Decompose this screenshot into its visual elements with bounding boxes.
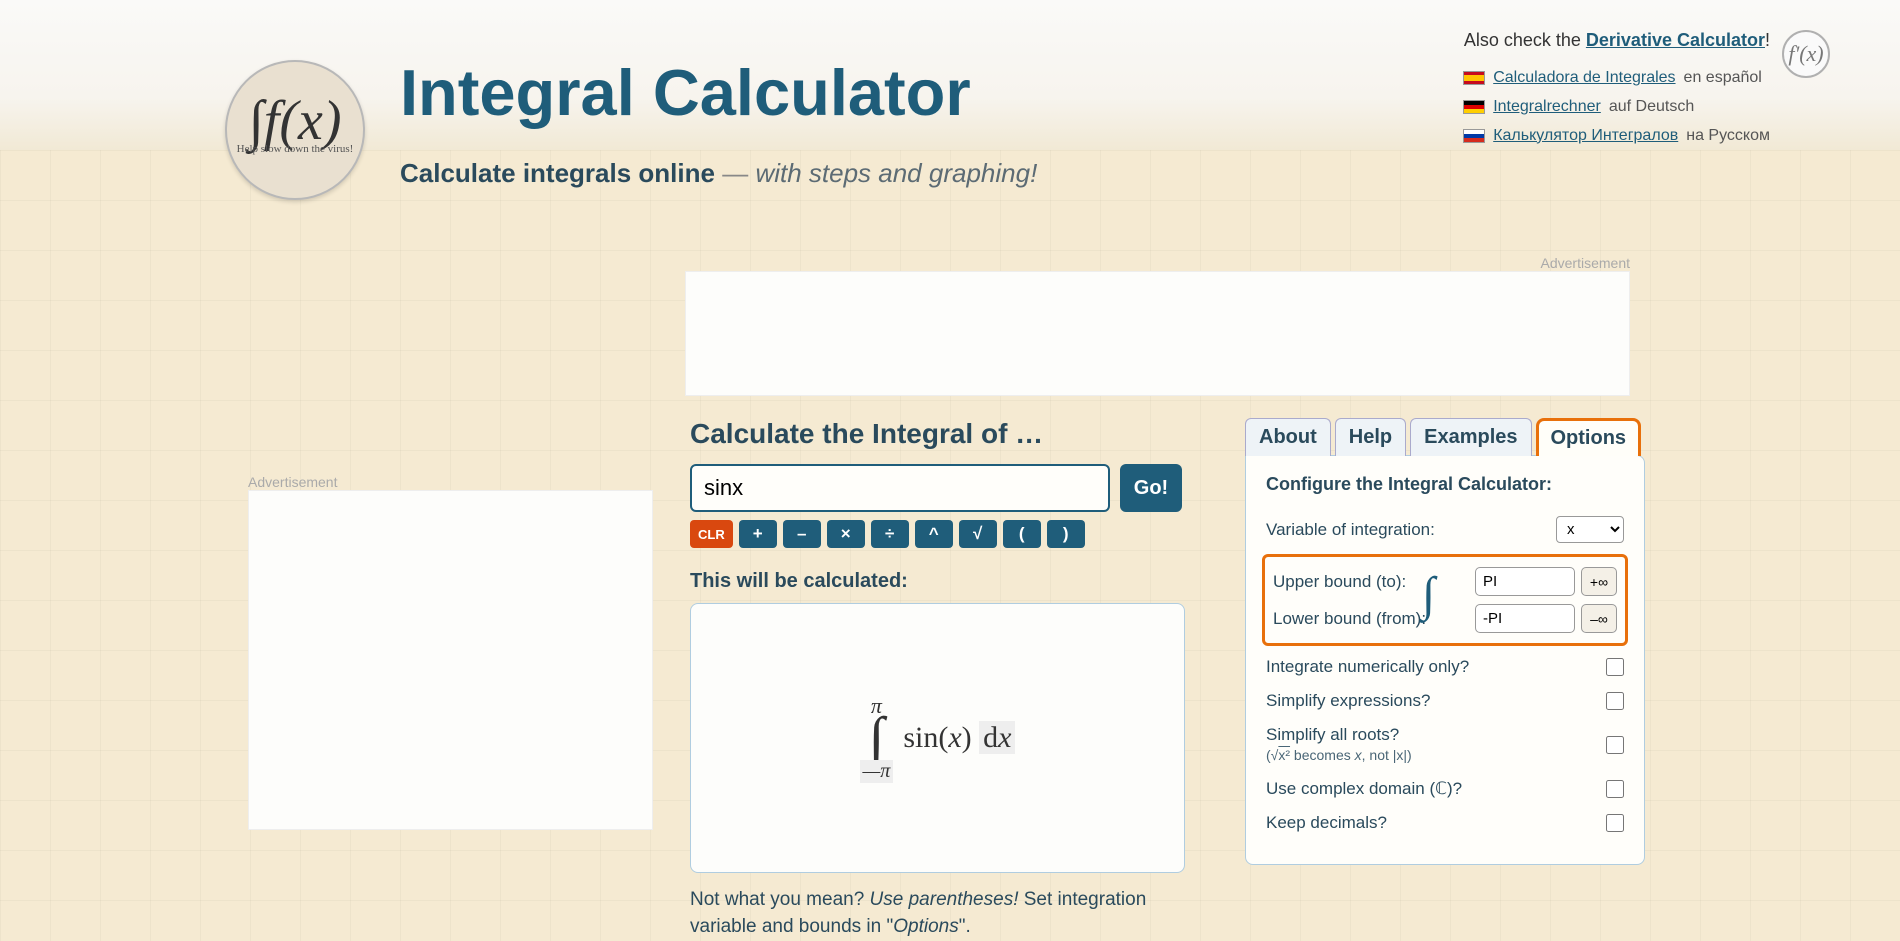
site-logo[interactable]: ∫f(x) Help slow down the virus! xyxy=(225,60,365,200)
subtitle-dash: — xyxy=(715,158,755,188)
preview-heading: This will be calculated: xyxy=(690,570,1185,593)
numeric-only-label: Integrate numerically only? xyxy=(1266,657,1469,677)
hint-text: Not what you mean? Use parentheses! Set … xyxy=(690,887,1185,940)
var-label: Variable of integration: xyxy=(1266,520,1435,540)
tab-about[interactable]: About xyxy=(1245,418,1331,456)
logo-badge-text: Help slow down the virus! xyxy=(237,143,354,155)
key-div-button[interactable]: ÷ xyxy=(871,520,909,548)
go-button[interactable]: Go! xyxy=(1120,464,1182,512)
ad-label-left: Advertisement xyxy=(248,474,653,490)
integral-icon: ∫ xyxy=(860,715,894,761)
derivative-calculator-link[interactable]: Derivative Calculator xyxy=(1586,30,1765,50)
lower-inf-button[interactable]: –∞ xyxy=(1581,604,1617,633)
key-times-button[interactable]: × xyxy=(827,520,865,548)
deriv-badge-icon[interactable]: f'(x) xyxy=(1782,30,1830,78)
tabs: About Help Examples Options xyxy=(1245,418,1645,456)
lower-bound-label: Lower bound (from): xyxy=(1273,609,1433,629)
ad-top-slot xyxy=(685,271,1630,396)
complex-label: Use complex domain (ℂ)? xyxy=(1266,779,1462,799)
decimals-label: Keep decimals? xyxy=(1266,813,1387,833)
preview-pane: π ∫ —π sin(x) dx xyxy=(690,603,1185,873)
calc-heading: Calculate the Integral of … xyxy=(690,418,1185,450)
numeric-only-checkbox[interactable] xyxy=(1606,658,1624,676)
bounds-group: ∫ Upper bound (to): +∞ Lower bound (from… xyxy=(1262,554,1628,646)
key-minus-button[interactable]: – xyxy=(783,520,821,548)
page-title: Integral Calculator xyxy=(400,55,971,130)
expression-input[interactable] xyxy=(690,464,1110,512)
language-links: Calculadora de Integrales en español Int… xyxy=(1463,64,1770,150)
options-heading: Configure the Integral Calculator: xyxy=(1266,474,1624,495)
logo-integral-icon: ∫f(x) xyxy=(237,105,354,139)
upper-bound-input[interactable] xyxy=(1475,567,1575,596)
tab-examples[interactable]: Examples xyxy=(1410,418,1531,456)
key-pow-button[interactable]: ^ xyxy=(915,520,953,548)
ad-label-top: Advertisement xyxy=(685,255,1630,271)
derivative-link-line: Also check the Derivative Calculator! xyxy=(1464,30,1770,51)
lang-de-link[interactable]: Integralrechner xyxy=(1493,93,1601,122)
key-plus-button[interactable]: + xyxy=(739,520,777,548)
complex-checkbox[interactable] xyxy=(1606,780,1624,798)
decimals-checkbox[interactable] xyxy=(1606,814,1624,832)
flag-ru-icon xyxy=(1463,129,1485,143)
subtitle-lead: Calculate integrals online xyxy=(400,158,715,188)
simplify-checkbox[interactable] xyxy=(1606,692,1624,710)
key-clear-button[interactable]: CLR xyxy=(690,520,733,548)
flag-de-icon xyxy=(1463,100,1485,114)
preview-lower-bound: —π xyxy=(860,760,894,783)
keypad: CLR + – × ÷ ^ √ ( ) xyxy=(690,520,1185,548)
lang-es-link[interactable]: Calculadora de Integrales xyxy=(1493,64,1675,93)
key-lparen-button[interactable]: ( xyxy=(1003,520,1041,548)
ad-top: Advertisement xyxy=(685,255,1630,396)
simplify-roots-checkbox[interactable] xyxy=(1606,736,1624,754)
upper-inf-button[interactable]: +∞ xyxy=(1581,567,1617,596)
lang-ru-link[interactable]: Калькулятор Интегралов xyxy=(1493,122,1678,151)
simplify-roots-label: Simplify all roots? xyxy=(1266,725,1399,744)
options-panel: Configure the Integral Calculator: Varia… xyxy=(1245,455,1645,865)
bounds-integral-icon: ∫ xyxy=(1422,567,1435,622)
key-sqrt-button[interactable]: √ xyxy=(959,520,997,548)
ad-left: Advertisement xyxy=(248,474,653,830)
page-subtitle: Calculate integrals online — with steps … xyxy=(400,158,1037,189)
tab-help[interactable]: Help xyxy=(1335,418,1406,456)
flag-es-icon xyxy=(1463,71,1485,85)
upper-bound-label: Upper bound (to): xyxy=(1273,572,1433,592)
tab-options[interactable]: Options xyxy=(1536,418,1642,456)
ad-left-slot xyxy=(248,490,653,830)
simplify-roots-sub: (√x² becomes x, not |x|) xyxy=(1266,747,1412,763)
simplify-label: Simplify expressions? xyxy=(1266,691,1430,711)
key-rparen-button[interactable]: ) xyxy=(1047,520,1085,548)
lower-bound-input[interactable] xyxy=(1475,604,1575,633)
variable-select[interactable]: x xyxy=(1556,516,1624,543)
subtitle-tagline: with steps and graphing! xyxy=(755,158,1037,188)
